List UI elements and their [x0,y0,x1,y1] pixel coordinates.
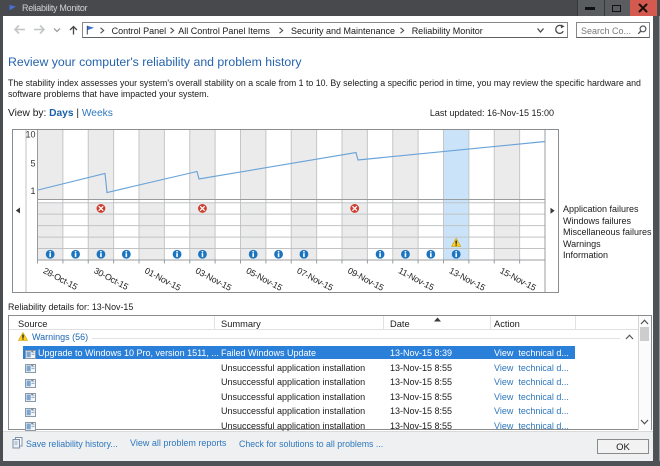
svg-text:5: 5 [30,158,35,168]
svg-text:1: 1 [30,186,35,196]
svg-text:10: 10 [25,130,35,140]
